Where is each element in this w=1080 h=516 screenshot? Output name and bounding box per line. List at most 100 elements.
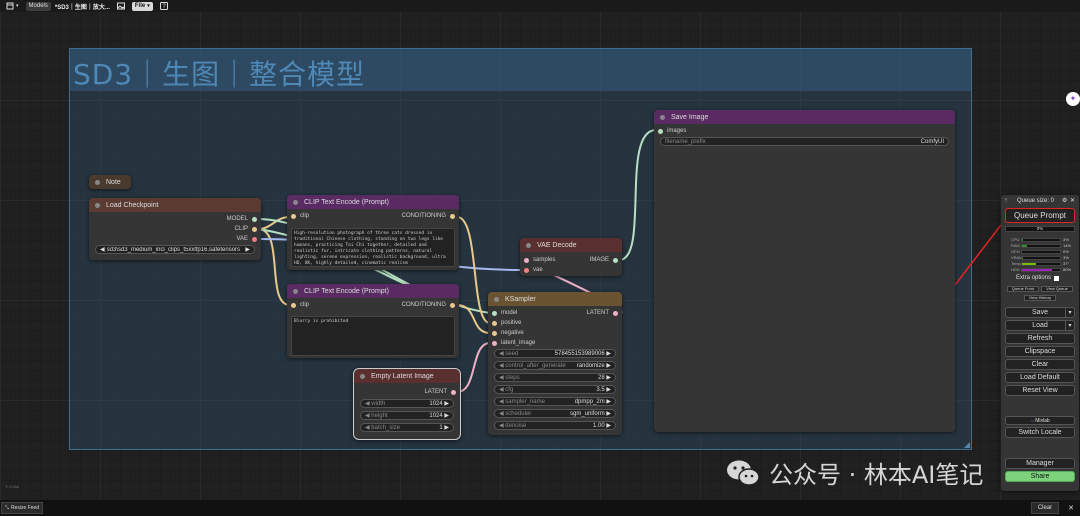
note-node-header[interactable]: Note [89,175,131,189]
assistant-icon[interactable]: ✦ [1066,92,1080,106]
refresh-button[interactable]: Refresh [1005,333,1075,344]
reset-view-button[interactable]: Reset View [1005,385,1075,396]
seed-widget[interactable]: ◀ seed 578455153989006 ▶ [494,349,616,358]
ksampler-header[interactable]: KSampler [488,292,622,306]
batch-size-widget[interactable]: ◀ batch_size 1 ▶ [360,423,454,432]
stat-gpu-label: GPU [1011,249,1020,254]
stat-cpu-fill [1022,238,1024,241]
resize-feed-button[interactable]: ⤡ Resize Feed [1,502,44,514]
view-queue-button[interactable]: View Queue [1041,286,1073,292]
vae-decode-header[interactable]: VAE Decode [520,238,622,252]
input-positive[interactable]: positive [492,320,521,326]
stat-ram-pct: 14% [1063,243,1072,248]
close-icon[interactable]: ✕ [1070,197,1075,204]
stat-vram-fill [1022,256,1024,259]
drag-handle-icon[interactable]: ⠿ [1004,198,1008,204]
progress-bar: 0% [1005,226,1075,232]
mixlab-button[interactable]: ⇔ Mixlab [1005,416,1075,425]
width-widget[interactable]: ◀ width 1024 ▶ [360,399,454,408]
negative-prompt-textarea[interactable]: Blurry is prohibited [291,316,455,356]
view-history-button[interactable]: View History [1024,295,1056,301]
filename-prefix-widget[interactable]: filename_prefix ComfyUI [660,137,949,146]
scheduler-widget[interactable]: ◀ scheduler sgm_uniform ▶ [494,409,616,418]
queue-front-button[interactable]: Queue Front [1007,286,1039,292]
empty-latent-image-node[interactable]: Empty Latent Image LATENT ◀ width 1024 ▶ … [353,368,461,440]
output-latent[interactable]: LATENT [586,310,618,316]
output-model[interactable]: MODEL [227,216,257,222]
switch-locale-button[interactable]: Switch Locale [1005,427,1075,438]
positive-prompt-textarea[interactable]: High-resolution photograph of three cats… [291,228,455,267]
output-image[interactable]: IMAGE [590,257,618,263]
output-latent-label: LATENT [424,389,447,395]
collapse-dot-icon[interactable] [293,199,298,205]
save-image-title: Save Image [671,113,709,121]
extra-options-toggle[interactable]: Extra options [1016,275,1060,281]
input-samples[interactable]: samples [524,257,555,263]
input-images[interactable]: images [658,128,686,134]
manager-button[interactable]: Manager [1005,458,1075,469]
control-after-generate-widget[interactable]: ◀ control_after_generate randomize ▶ [494,361,616,370]
clip-text-encode-positive-node[interactable]: CLIP Text Encode (Prompt) clip CONDITION… [287,195,459,270]
input-samples-label: samples [533,257,556,263]
clip-positive-header[interactable]: CLIP Text Encode (Prompt) [287,195,459,209]
vae-decode-node[interactable]: VAE Decode samples vae IMAGE [520,238,622,276]
steps-widget[interactable]: ◀ steps 28 ▶ [494,373,616,382]
extra-options-label: Extra options [1016,275,1052,281]
stat-cpu-label: CPU [1011,237,1020,242]
denoise-widget[interactable]: ◀ denoise 1.00 ▶ [494,421,616,430]
ksampler-node[interactable]: KSampler model positive negative latent_… [488,292,622,435]
ckpt-name-combo[interactable]: ◀ sd3\sd3_medium_incl_clips_t5xxlfp16.sa… [95,245,255,254]
feed-clear-button[interactable]: Clear [1031,502,1059,514]
output-conditioning[interactable]: CONDITIONING [402,302,455,308]
output-image-label: IMAGE [589,257,609,263]
collapse-dot-icon[interactable] [660,114,665,120]
gear-icon[interactable]: ⚙ [1062,197,1067,204]
height-widget[interactable]: ◀ height 1024 ▶ [360,411,454,420]
clip-text-encode-negative-node[interactable]: CLIP Text Encode (Prompt) clip CONDITION… [287,284,459,358]
save-button[interactable]: Save ▾ [1005,307,1075,318]
empty-latent-header[interactable]: Empty Latent Image [354,369,460,383]
chevron-down-icon[interactable]: ▾ [1065,308,1074,317]
stat-temp-bar [1021,261,1061,266]
sampler-name-widget[interactable]: ◀ sampler_name dpmpp_2m ▶ [494,397,616,406]
cfg-widget[interactable]: ◀ cfg 3.5 ▶ [494,385,616,394]
note-node[interactable]: Note [89,175,131,189]
load-checkpoint-header[interactable]: Load Checkpoint [89,198,261,212]
collapse-dot-icon[interactable] [494,296,499,302]
output-clip[interactable]: CLIP [235,226,257,232]
input-vae[interactable]: vae [524,267,543,273]
resize-icon: ⤡ [5,505,10,511]
queue-prompt-button[interactable]: Queue Prompt [1005,208,1075,223]
output-vae[interactable]: VAE [236,236,257,242]
stat-vram-pct: 3% [1063,255,1069,260]
denoise-label: denoise [505,423,527,429]
stat-hdd-pct: 80% [1063,267,1072,272]
input-negative-label: negative [501,330,524,336]
save-image-header[interactable]: Save Image [654,110,955,124]
input-latent-image[interactable]: latent_image [492,340,535,346]
clipspace-button[interactable]: Clipspace [1005,346,1075,357]
load-default-button[interactable]: Load Default [1005,372,1075,383]
extra-options-checkbox[interactable] [1054,275,1060,281]
clear-button[interactable]: Clear [1005,359,1075,370]
output-model-label: MODEL [226,216,248,222]
chevron-down-icon[interactable]: ▾ [1065,321,1074,330]
vae-decode-title: VAE Decode [537,241,577,249]
load-checkpoint-node[interactable]: Load Checkpoint MODEL CLIP VAE ◀ sd3\sd3… [89,198,261,260]
collapse-dot-icon[interactable] [360,373,365,379]
input-negative[interactable]: negative [492,330,524,336]
share-button[interactable]: Share [1005,471,1075,482]
collapse-dot-icon[interactable] [293,288,298,294]
collapse-dot-icon[interactable] [95,202,100,208]
input-clip[interactable]: clip [291,213,309,219]
load-button[interactable]: Load ▾ [1005,320,1075,331]
collapse-dot-icon[interactable] [95,179,100,185]
output-conditioning[interactable]: CONDITIONING [402,213,455,219]
input-model[interactable]: model [492,310,517,316]
collapse-dot-icon[interactable] [526,242,531,248]
clip-negative-header[interactable]: CLIP Text Encode (Prompt) [287,284,459,298]
input-clip[interactable]: clip [291,302,309,308]
close-feed-icon[interactable]: ✕ [1064,502,1078,514]
output-latent[interactable]: LATENT [424,389,456,395]
save-image-node[interactable]: Save Image images filename_prefix ComfyU… [654,110,955,432]
